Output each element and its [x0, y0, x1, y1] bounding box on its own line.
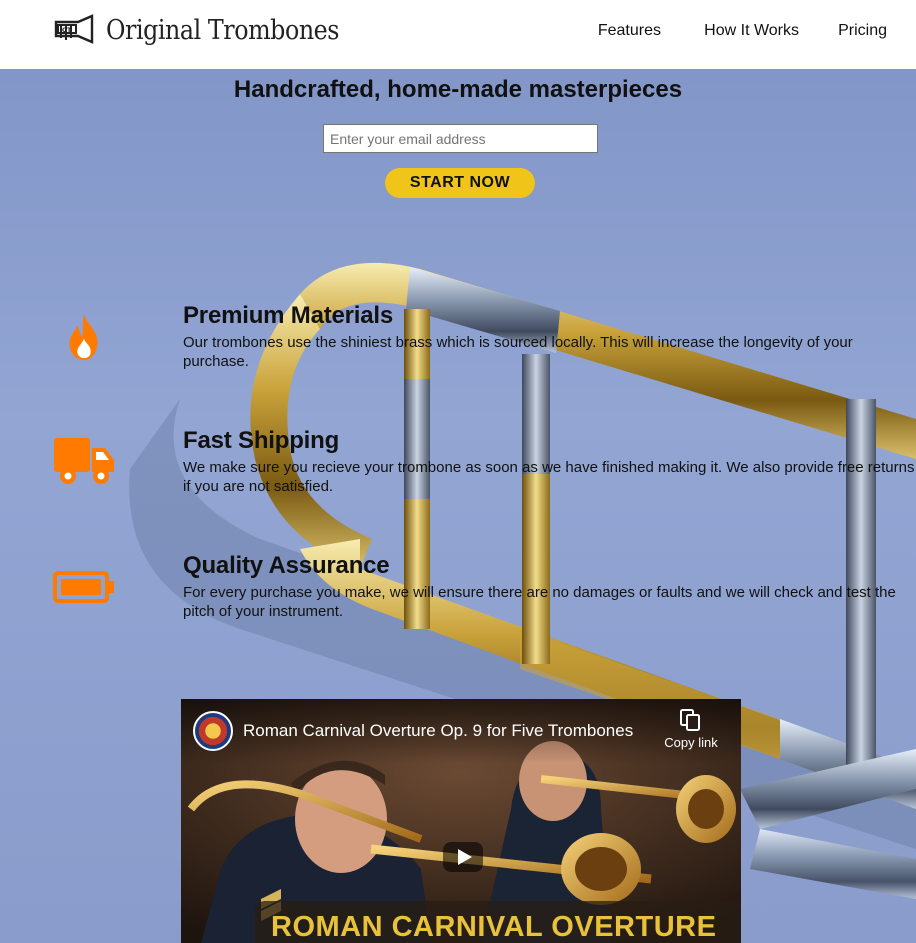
- copy-icon: [680, 709, 700, 731]
- copy-link-button[interactable]: Copy link: [659, 709, 723, 765]
- feature-text-premium-materials: Our trombones use the shiniest brass whi…: [183, 334, 853, 370]
- feature-title-premium-materials: Premium Materials: [183, 302, 394, 329]
- start-now-button[interactable]: START NOW: [385, 168, 535, 198]
- video-title[interactable]: Roman Carnival Overture Op. 9 for Five T…: [243, 721, 633, 741]
- battery-icon: [53, 571, 114, 603]
- feature-title-fast-shipping: Fast Shipping: [183, 427, 340, 454]
- nav-link-pricing[interactable]: Pricing: [838, 22, 887, 40]
- trombone-logo-icon: OT: [54, 14, 94, 44]
- video-player[interactable]: Roman Carnival Overture Op. 9 for Five T…: [181, 699, 741, 943]
- truck-icon: [54, 438, 114, 484]
- nav-link-how-it-works[interactable]: How It Works: [704, 22, 799, 40]
- brand-logo[interactable]: OT Original Trombones: [52, 12, 371, 48]
- email-input[interactable]: [323, 124, 598, 153]
- svg-text:OT: OT: [62, 27, 72, 34]
- hero-title: Handcrafted, home-made masterpieces: [233, 76, 683, 103]
- play-icon[interactable]: [443, 842, 483, 872]
- fire-icon: [69, 313, 98, 361]
- feature-text-fast-shipping: We make sure you recieve your trombone a…: [183, 459, 915, 495]
- video-caption-banner: ROMAN CARNIVAL OVERTURE: [255, 901, 741, 943]
- copy-link-label: Copy link: [664, 735, 718, 750]
- video-title-bar: Roman Carnival Overture Op. 9 for Five T…: [181, 699, 741, 763]
- channel-avatar[interactable]: [193, 711, 233, 751]
- site-header: OT Original Trombones Features How It Wo…: [0, 0, 916, 69]
- feature-title-quality-assurance: Quality Assurance: [183, 552, 390, 579]
- nav-link-features[interactable]: Features: [598, 22, 661, 40]
- feature-text-quality-assurance: For every purchase you make, we will ens…: [183, 584, 896, 620]
- brand-name: Original Trombones: [106, 14, 340, 46]
- video-caption: ROMAN CARNIVAL OVERTURE: [271, 911, 717, 943]
